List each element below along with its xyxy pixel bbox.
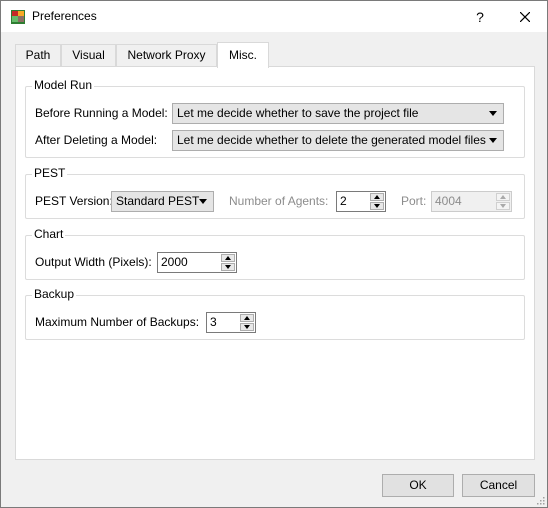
output-width-spinbox[interactable]: 2000 bbox=[157, 252, 237, 273]
port-spinbox: 4004 bbox=[431, 191, 512, 212]
agents-label: Number of Agents: bbox=[229, 194, 329, 208]
max-backups-decrement-button[interactable] bbox=[240, 323, 254, 331]
max-backups-label: Maximum Number of Backups: bbox=[35, 315, 200, 329]
port-label: Port: bbox=[401, 194, 427, 208]
app-icon bbox=[11, 10, 25, 24]
output-width-value: 2000 bbox=[161, 255, 188, 269]
arrow-down-icon bbox=[374, 204, 380, 208]
pest-version-value: Standard PEST bbox=[116, 194, 200, 208]
max-backups-increment-button[interactable] bbox=[240, 314, 254, 322]
ok-button[interactable]: OK bbox=[382, 474, 454, 497]
help-button[interactable]: ? bbox=[464, 4, 496, 30]
arrow-up-icon bbox=[500, 195, 506, 199]
pest-group: PEST PEST Version: Standard PEST Number … bbox=[25, 166, 525, 219]
arrow-up-icon bbox=[225, 256, 231, 260]
pest-title: PEST bbox=[32, 166, 68, 180]
arrow-down-icon bbox=[225, 265, 231, 269]
output-width-label: Output Width (Pixels): bbox=[35, 255, 152, 269]
title-bar: Preferences ? bbox=[1, 1, 547, 32]
before-running-label: Before Running a Model: bbox=[35, 106, 168, 120]
agents-decrement-button[interactable] bbox=[370, 202, 384, 210]
after-deleting-label: After Deleting a Model: bbox=[35, 133, 158, 147]
max-backups-spinbox[interactable]: 3 bbox=[206, 312, 256, 333]
port-value: 4004 bbox=[435, 194, 462, 208]
cancel-button[interactable]: Cancel bbox=[462, 474, 535, 497]
arrow-down-icon bbox=[244, 325, 250, 329]
output-width-decrement-button[interactable] bbox=[221, 263, 235, 271]
model-run-group: Model Run Before Running a Model: Let me… bbox=[25, 78, 525, 158]
chevron-down-icon bbox=[489, 138, 497, 143]
before-running-value: Let me decide whether to save the projec… bbox=[177, 106, 419, 120]
agents-value: 2 bbox=[340, 194, 347, 208]
before-running-select[interactable]: Let me decide whether to save the projec… bbox=[172, 103, 504, 124]
tab-path[interactable]: Path bbox=[15, 44, 61, 67]
resize-grip-icon[interactable] bbox=[535, 495, 545, 505]
tab-misc[interactable]: Misc. bbox=[217, 42, 269, 68]
agents-spinbox[interactable]: 2 bbox=[336, 191, 386, 212]
backup-title: Backup bbox=[32, 287, 77, 301]
port-increment-button bbox=[496, 193, 510, 201]
chevron-down-icon bbox=[489, 111, 497, 116]
chevron-down-icon bbox=[199, 199, 207, 204]
output-width-increment-button[interactable] bbox=[221, 254, 235, 262]
tab-network-proxy[interactable]: Network Proxy bbox=[116, 44, 217, 67]
pest-version-label: PEST Version: bbox=[35, 194, 113, 208]
tab-visual[interactable]: Visual bbox=[61, 44, 116, 67]
after-deleting-select[interactable]: Let me decide whether to delete the gene… bbox=[172, 130, 504, 151]
misc-tab-panel: Model Run Before Running a Model: Let me… bbox=[15, 66, 535, 460]
pest-version-select[interactable]: Standard PEST bbox=[111, 191, 214, 212]
chart-title: Chart bbox=[32, 227, 66, 241]
window-title: Preferences bbox=[32, 9, 97, 23]
arrow-up-icon bbox=[244, 316, 250, 320]
arrow-down-icon bbox=[500, 204, 506, 208]
close-icon bbox=[520, 12, 530, 22]
preferences-dialog: Preferences ? Path Visual Network Proxy … bbox=[0, 0, 548, 508]
close-button[interactable] bbox=[508, 4, 542, 30]
after-deleting-value: Let me decide whether to delete the gene… bbox=[177, 133, 486, 147]
model-run-title: Model Run bbox=[32, 78, 95, 92]
max-backups-value: 3 bbox=[210, 315, 217, 329]
chart-group: Chart Output Width (Pixels): 2000 bbox=[25, 227, 525, 280]
arrow-up-icon bbox=[374, 195, 380, 199]
agents-increment-button[interactable] bbox=[370, 193, 384, 201]
port-decrement-button bbox=[496, 202, 510, 210]
backup-group: Backup Maximum Number of Backups: 3 bbox=[25, 287, 525, 340]
